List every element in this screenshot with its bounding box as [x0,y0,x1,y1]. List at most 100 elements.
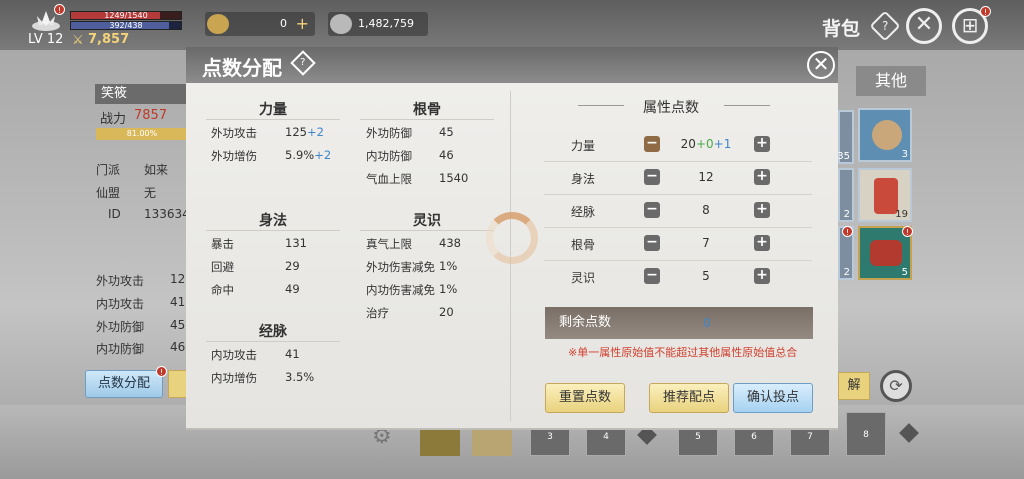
currency-feather-value: 0 [280,17,287,30]
decrease-constitution-button[interactable]: − [644,235,660,251]
currency-feather: 0 + [205,12,315,36]
stat-label: 内功防御 [366,149,412,163]
alert-badge: ! [902,226,913,237]
alert-badge: ! [54,4,65,15]
hp-bar: 1249/1540 [70,11,182,20]
attribute-value: 20+0+1 [680,137,732,151]
stat-value: 49 [285,282,300,296]
stat-label: 外功攻击 [96,274,145,288]
stat-value: 1540 [439,171,469,185]
item-count: 2 [843,209,850,220]
stat-value: 131 [285,236,307,250]
divider [206,119,340,120]
recommend-points-button[interactable]: 推荐配点 [649,383,729,413]
stat-value: 125+2 [285,125,324,139]
player-level: LV 12 [28,32,64,47]
stat-label: 回避 [211,260,234,274]
attribute-label: 力量 [571,139,596,153]
bag-close-button[interactable]: ✕ [906,8,942,44]
currency-silver-value: 1,482,759 [358,17,414,30]
decrease-strength-button[interactable]: − [644,136,660,152]
feather-icon [207,14,229,34]
stat-label: 内功攻击 [96,297,145,311]
divider [360,119,494,120]
power-label: 战力 [100,112,127,127]
stat-value: 45 [170,318,186,332]
item-count: 3 [901,149,908,160]
power-percent-bar: 81.00% [96,128,188,140]
decrease-meridian-button[interactable]: − [644,202,660,218]
attribute-label: 根骨 [571,238,596,252]
increase-spirit-button[interactable]: + [754,268,770,284]
inventory-slot[interactable]: 19 [858,168,912,222]
increase-strength-button[interactable]: + [754,136,770,152]
stat-value: 41 [170,295,186,309]
mp-bar: 392/438 [70,21,182,30]
remaining-points-value: 0 [703,316,711,330]
info-label: 门派 [96,163,121,177]
power-value: 7857 [134,108,168,123]
stat-value: 45 [439,125,454,139]
sword-icon: ⚔ [72,33,84,48]
increase-meridian-button[interactable]: + [754,202,770,218]
stat-value: 41 [285,347,300,361]
tab-other[interactable]: 其他 [856,66,926,96]
group-title-agility: 身法 [259,213,287,229]
pouch-icon [872,120,902,150]
stat-label: 内功攻击 [211,348,257,362]
allocate-points-button[interactable]: 点数分配 [85,370,163,398]
stat-label: 治疗 [366,306,389,320]
stat-label: 命中 [211,283,234,297]
attribute-label: 灵识 [571,271,596,285]
info-label: 仙盟 [96,186,121,200]
item-count: 2 [843,267,850,278]
currency-silver: 1,482,759 [328,12,428,36]
increase-constitution-button[interactable]: + [754,235,770,251]
menu-alert-badge: ! [980,6,991,17]
stat-label: 内功增伤 [211,371,257,385]
info-value: 如来 [144,163,169,177]
stat-label: 外功防御 [366,126,412,140]
stat-value: 438 [439,236,461,250]
refresh-icon[interactable]: ⟳ [880,370,912,402]
stat-label: 气血上限 [366,172,412,186]
title-ornament-right [724,105,770,106]
stat-label: 内功防御 [96,342,145,356]
increase-agility-button[interactable]: + [754,169,770,185]
remaining-points-label: 剩余点数 [545,307,813,339]
item-count: 19 [895,209,908,220]
decompose-button[interactable]: 解 [838,372,870,400]
dialog-header: 点数分配 ? ✕ [186,47,838,83]
dialog-close-button[interactable]: ✕ [807,51,835,79]
attribute-value: 8 [702,203,710,217]
divider [206,230,340,231]
attribute-value: 5 [702,269,710,283]
stat-label: 外功攻击 [211,126,257,140]
stat-label: 外功伤害减免 [366,260,435,274]
group-title-constitution: 根骨 [413,102,441,118]
stat-label: 内功伤害减免 [366,283,435,297]
hotbar-slot[interactable]: 8 [846,412,886,456]
inventory-slot[interactable]: 35 [837,110,854,164]
attribute-label: 身法 [571,172,596,186]
group-title-meridian: 经脉 [259,324,287,340]
bag-title: 背包 [822,18,861,40]
stat-value: 29 [285,259,300,273]
add-currency-button[interactable]: + [296,14,309,33]
inventory-slot[interactable]: 2 [838,168,854,222]
attribute-value: 12 [698,170,714,184]
stat-label: 外功增伤 [211,149,257,163]
inventory-slot[interactable]: 3 [858,108,912,162]
divider [544,194,812,195]
stat-label: 外功防御 [96,320,145,334]
divider [544,161,812,162]
info-value: 无 [144,186,157,200]
loading-spinner-icon [486,212,538,264]
alert-badge: ! [842,226,853,237]
decrease-agility-button[interactable]: − [644,169,660,185]
dialog-help-icon[interactable]: ? [290,50,316,76]
reset-points-button[interactable]: 重置点数 [545,383,625,413]
group-title-spirit: 灵识 [413,213,441,229]
confirm-points-button[interactable]: 确认投点 [733,383,813,413]
decrease-spirit-button[interactable]: − [644,268,660,284]
